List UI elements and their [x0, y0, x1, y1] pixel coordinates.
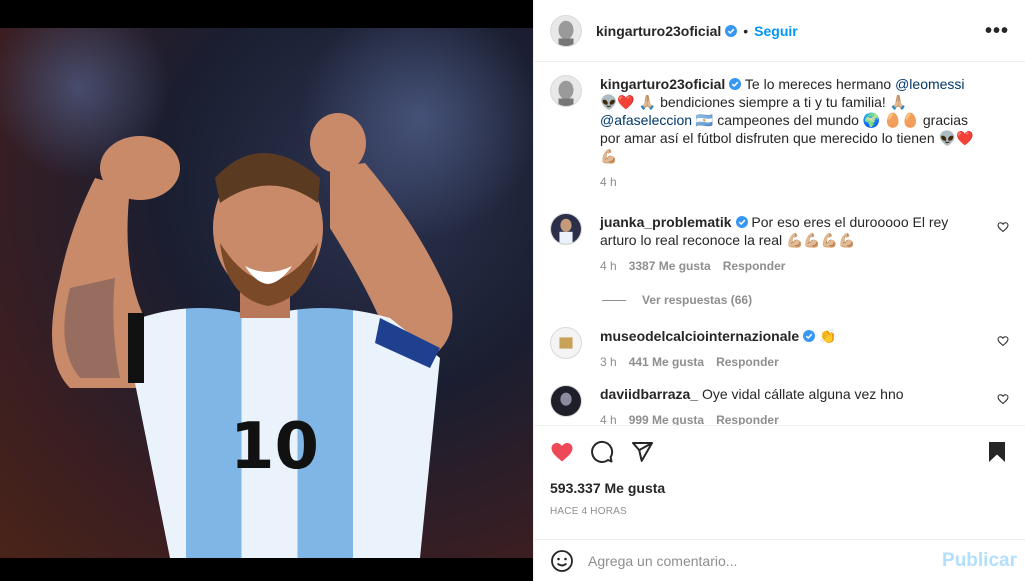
heart-filled-icon[interactable] — [550, 440, 574, 464]
commenter-avatar[interactable] — [550, 385, 582, 417]
comment-like-heart-icon[interactable] — [997, 221, 1009, 233]
comment-text: daviidbarraza_ Oye vidal cállate alguna … — [600, 385, 1009, 425]
author-avatar[interactable] — [550, 14, 582, 47]
post-actions: 593.337 Me gusta HACE 4 HORAS — [534, 425, 1025, 517]
smiley-icon[interactable] — [550, 549, 574, 573]
comment-row: juanka_problematik Por eso eres el duroo… — [550, 213, 1009, 275]
post-photo[interactable]: 10 — [0, 28, 533, 558]
caption-text-part-1: Te lo mereces hermano — [744, 76, 896, 92]
comment-likes[interactable]: 441 Me gusta — [629, 353, 704, 371]
comment-meta: 4 h 3387 Me gusta Responder — [600, 257, 981, 275]
comment-likes[interactable]: 3387 Me gusta — [629, 257, 711, 275]
comment-body: Oye vidal cállate alguna vez hno — [701, 386, 904, 402]
more-options-icon[interactable]: ••• — [985, 21, 1009, 41]
comment-like-heart-icon[interactable] — [997, 335, 1009, 347]
caption-emoji-1: 👽❤️ — [600, 94, 635, 110]
comment-time[interactable]: 3 h — [600, 353, 617, 371]
view-replies-label: Ver respuestas (66) — [642, 293, 753, 307]
comment-row: museodelcalciointernazionale 👏 3 h 441 M… — [550, 327, 1009, 371]
reply-button[interactable]: Responder — [716, 411, 779, 425]
author-username[interactable]: kingarturo23oficial — [596, 23, 721, 39]
paper-plane-icon[interactable] — [630, 440, 654, 464]
verified-badge-icon — [803, 330, 816, 342]
view-replies-button[interactable]: Ver respuestas (66) — [602, 293, 1009, 307]
mention-leomessi[interactable]: @leomessi — [895, 76, 964, 92]
comment-like-heart-icon[interactable] — [997, 393, 1009, 405]
post-media[interactable]: 10 — [0, 0, 533, 581]
comment-author[interactable]: daviidbarraza_ — [600, 386, 698, 402]
caption-author[interactable]: kingarturo23oficial — [600, 76, 725, 92]
comment-meta: 3 h 441 Me gusta Responder — [600, 353, 981, 371]
caption-text: kingarturo23oficial Te lo mereces herman… — [600, 75, 1009, 191]
comment-icon[interactable] — [590, 440, 614, 464]
reply-button[interactable]: Responder — [716, 353, 779, 371]
verified-badge-icon — [725, 24, 738, 37]
comment-text: museodelcalciointernazionale 👏 3 h 441 M… — [600, 327, 1009, 371]
mention-afaseleccion[interactable]: @afaseleccion — [600, 112, 692, 128]
follow-button[interactable]: Seguir — [754, 23, 798, 39]
bookmark-filled-icon[interactable] — [985, 440, 1009, 464]
add-comment-bar: Publicar — [534, 539, 1025, 581]
comment-input[interactable] — [588, 552, 943, 569]
post-side-panel: kingarturo23oficial • Seguir ••• kingart… — [533, 0, 1025, 581]
caption-meta: 4 h — [600, 173, 981, 191]
replies-divider-line — [602, 299, 626, 301]
comment-author[interactable]: museodelcalciointernazionale — [600, 328, 799, 344]
instagram-post-window: 10 kingarturo23oficial • Seguir ••• king… — [0, 0, 1025, 581]
footballer-photo: 10 — [0, 28, 533, 558]
comment-time[interactable]: 4 h — [600, 257, 617, 275]
caption-text-part-2: 🙏🏼 bendiciones siempre a ti y tu familia… — [638, 94, 908, 110]
verified-badge-icon — [729, 78, 742, 90]
commenter-avatar[interactable] — [550, 213, 582, 245]
post-timestamp[interactable]: HACE 4 HORAS — [550, 506, 1009, 517]
commenter-avatar[interactable] — [550, 327, 582, 359]
comment-meta: 4 h 999 Me gusta Responder — [600, 411, 981, 425]
verified-badge-icon — [735, 216, 748, 228]
post-header: kingarturo23oficial • Seguir ••• — [534, 0, 1025, 62]
separator-dot: • — [743, 22, 749, 39]
post-like-count[interactable]: 593.337 Me gusta — [550, 480, 1009, 496]
comment-author[interactable]: juanka_problematik — [600, 214, 732, 230]
action-icons — [550, 438, 1009, 466]
comment-row: daviidbarraza_ Oye vidal cállate alguna … — [550, 385, 1009, 425]
caption-time[interactable]: 4 h — [600, 173, 617, 191]
comment-likes[interactable]: 999 Me gusta — [629, 411, 704, 425]
reply-button[interactable]: Responder — [723, 257, 786, 275]
comment-body: 👏 — [819, 328, 837, 344]
comments-list[interactable]: kingarturo23oficial Te lo mereces herman… — [534, 63, 1025, 425]
comment-time[interactable]: 4 h — [600, 411, 617, 425]
publish-comment-button[interactable]: Publicar — [942, 550, 1017, 572]
caption-author-avatar[interactable] — [550, 75, 582, 107]
caption-row: kingarturo23oficial Te lo mereces herman… — [550, 75, 1009, 191]
comment-text: juanka_problematik Por eso eres el duroo… — [600, 213, 1009, 275]
svg-text:10: 10 — [230, 410, 319, 484]
